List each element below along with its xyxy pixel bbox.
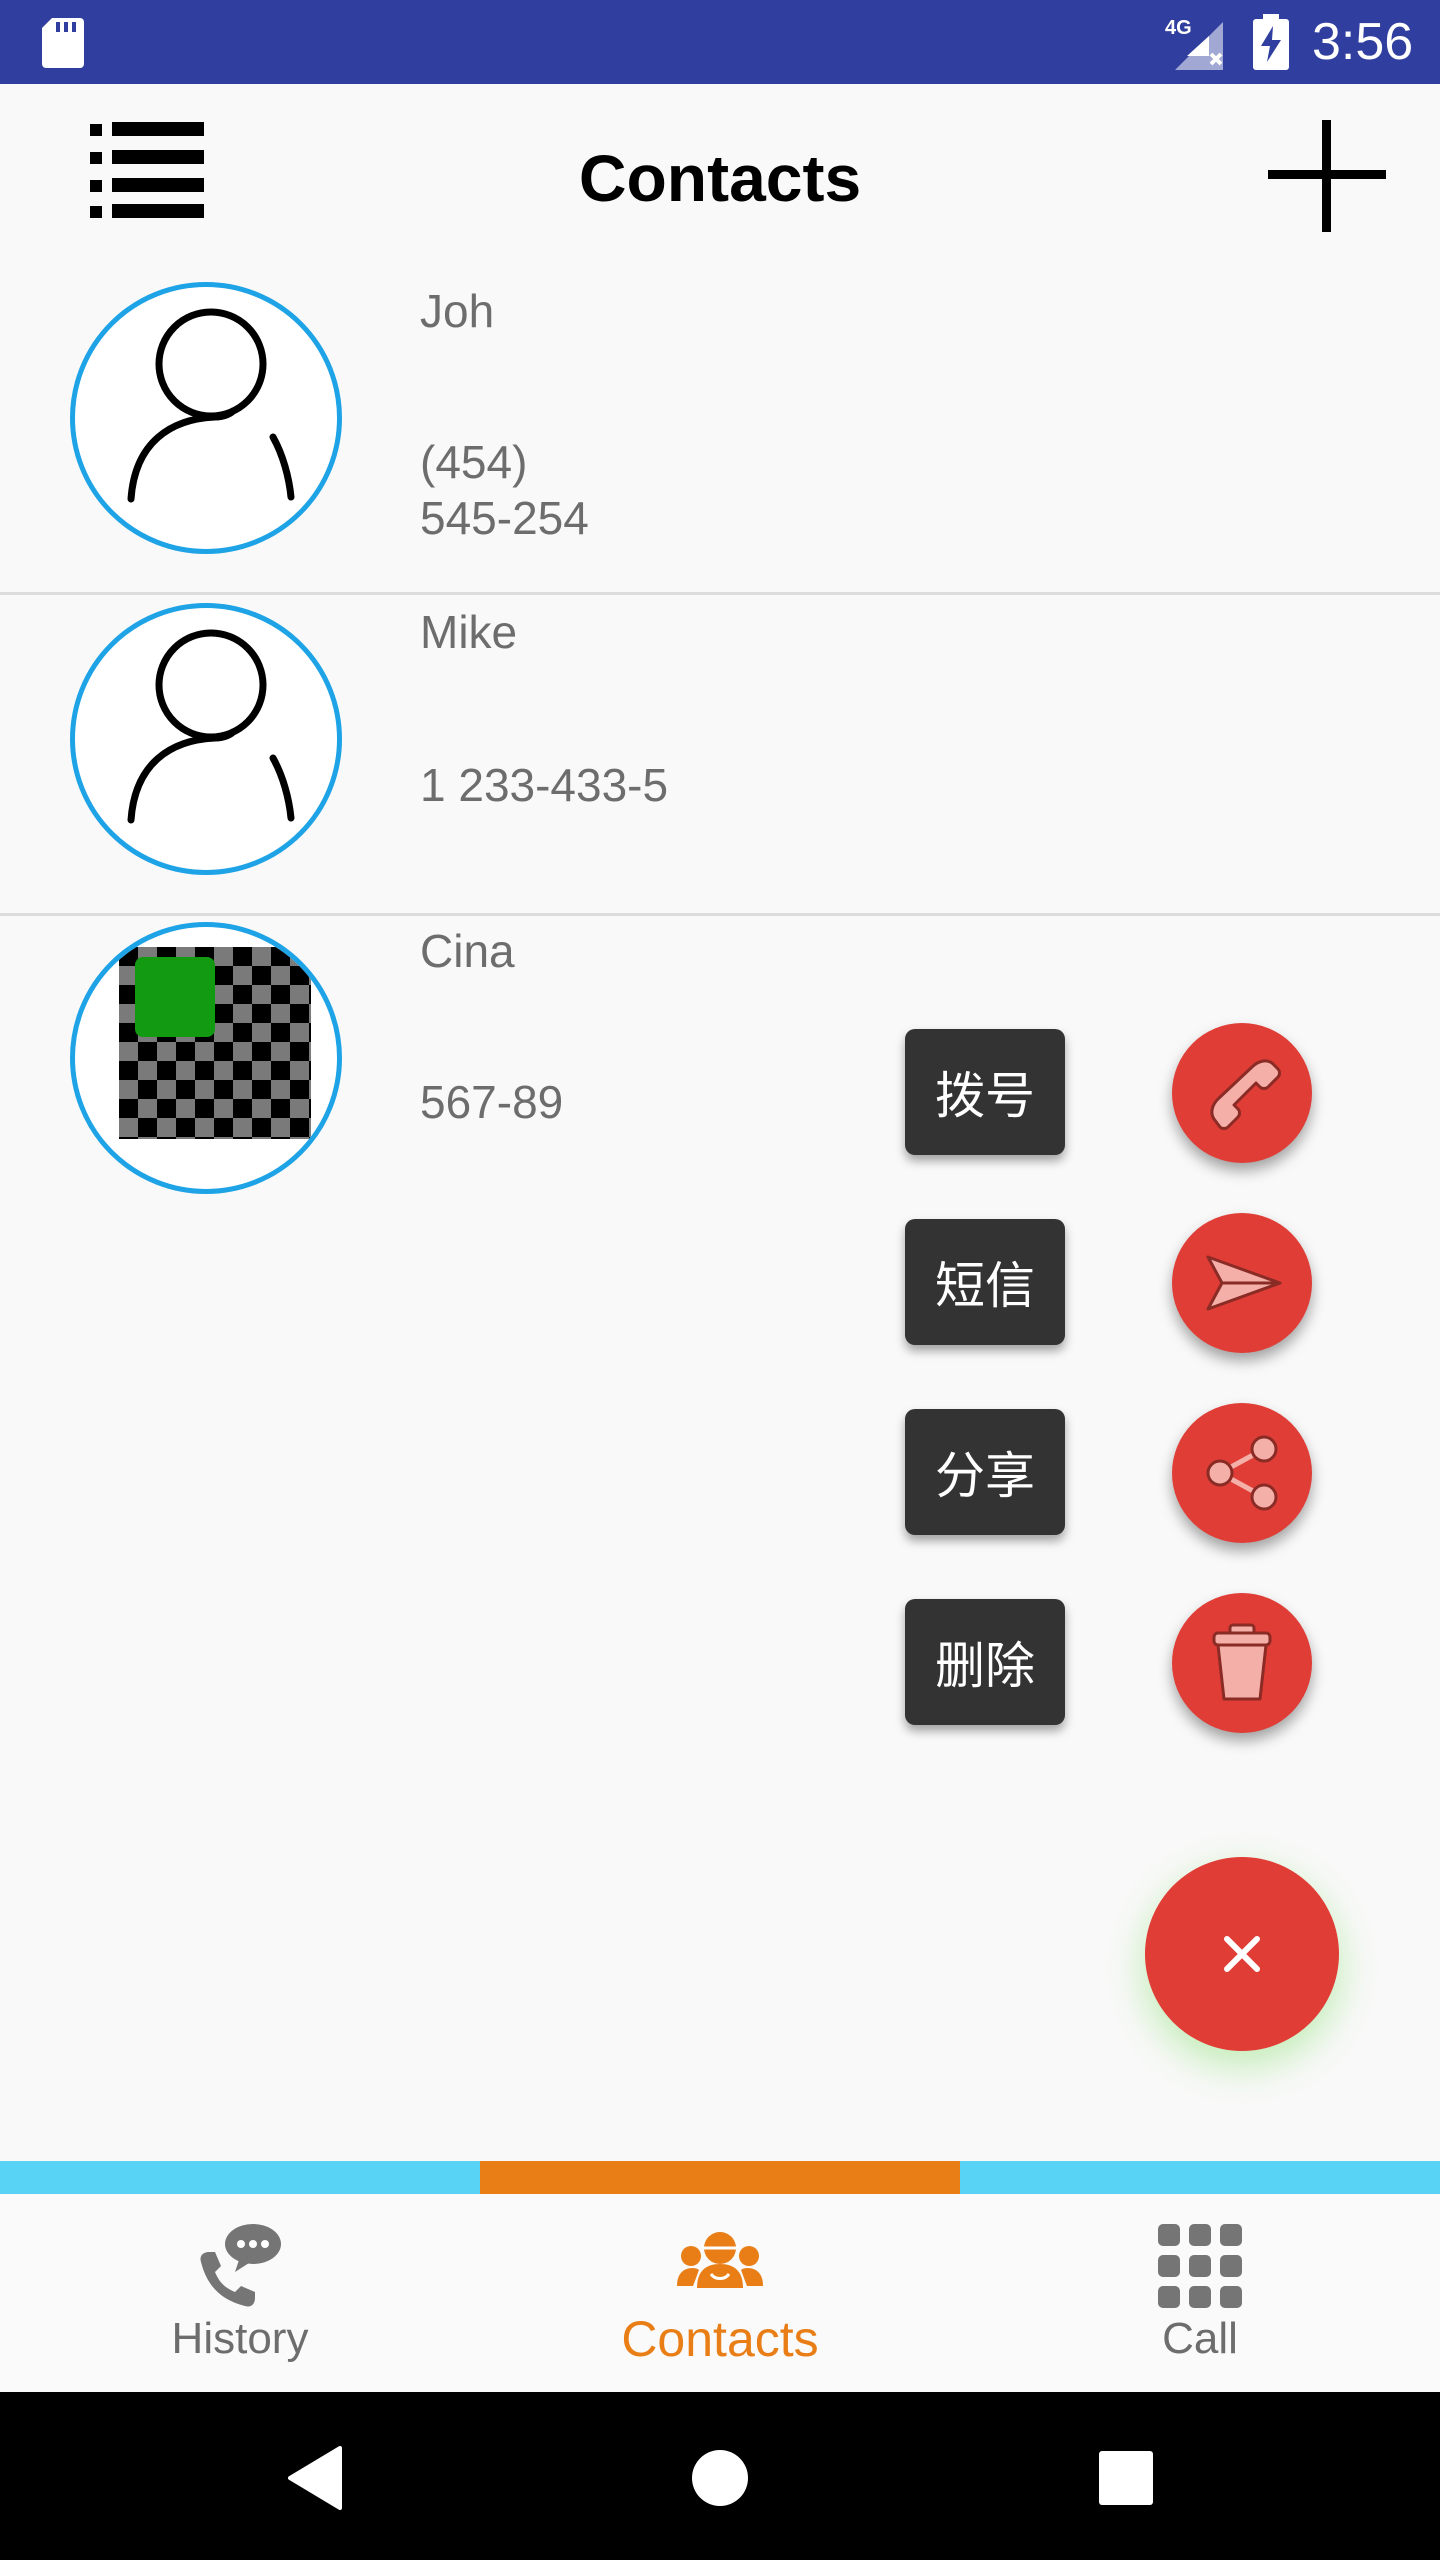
- contact-name: Joh: [420, 285, 495, 337]
- tab-indicator: [0, 2161, 480, 2194]
- person-outline-icon: [127, 629, 295, 824]
- sms-label[interactable]: 短信: [905, 1219, 1065, 1345]
- phone-chat-icon: [200, 2224, 281, 2307]
- home-icon[interactable]: [690, 2448, 750, 2508]
- signal-4g-icon: 4G: [1165, 17, 1223, 70]
- phone-icon: [1210, 1059, 1281, 1130]
- share-label[interactable]: 分享: [905, 1409, 1065, 1535]
- contact-name: Cina: [420, 925, 515, 977]
- contact-phone: 1 233-433-5: [420, 759, 669, 811]
- recents-icon[interactable]: [1099, 2451, 1153, 2505]
- delete-button[interactable]: [1172, 1593, 1312, 1733]
- page-title: Contacts: [578, 141, 862, 215]
- close-speed-dial-button[interactable]: [1145, 1857, 1339, 2051]
- share-button[interactable]: [1172, 1403, 1312, 1543]
- contact-phone: (454) 545-254: [420, 436, 589, 544]
- tab-label: Call: [1162, 2314, 1238, 2363]
- clock: 3:56: [1312, 13, 1414, 71]
- tab-indicator: [960, 2161, 1440, 2194]
- avatar: [70, 922, 342, 1194]
- trash-icon: [1212, 1623, 1272, 1701]
- bottom-tab-bar: History Contacts Call: [0, 2194, 1440, 2392]
- battery-charging-icon: [1253, 14, 1289, 70]
- person-outline-icon: [127, 308, 295, 503]
- contact-name: Mike: [420, 606, 518, 658]
- contact-row[interactable]: Mike 1 233-433-5: [0, 595, 1440, 916]
- avatar: [70, 282, 342, 554]
- app-bar: Contacts: [0, 84, 1440, 274]
- tab-label: Contacts: [621, 2311, 819, 2367]
- network-label: 4G: [1165, 17, 1192, 39]
- contact-row[interactable]: Joh (454) 545-254: [0, 274, 1440, 595]
- checkerboard-photo: [119, 947, 311, 1139]
- contact-phone: 567-89: [420, 1076, 564, 1128]
- delete-label[interactable]: 删除: [905, 1599, 1065, 1725]
- sd-card-icon: [42, 18, 84, 68]
- share-icon: [1206, 1435, 1278, 1511]
- add-contact-icon[interactable]: [1268, 120, 1386, 232]
- tab-indicator-active: [480, 2161, 960, 2194]
- dial-button[interactable]: [1172, 1023, 1312, 1163]
- back-icon[interactable]: [288, 2446, 348, 2510]
- tab-history[interactable]: History: [0, 2194, 480, 2392]
- dial-label[interactable]: 拨号: [905, 1029, 1065, 1155]
- close-icon: [1224, 1936, 1260, 1972]
- avatar: [70, 603, 342, 875]
- status-bar: 4G 3:56: [0, 0, 1440, 84]
- dialpad-icon: [1158, 2224, 1242, 2308]
- navigation-bar: [0, 2392, 1440, 2560]
- tab-call[interactable]: Call: [960, 2194, 1440, 2392]
- send-icon: [1206, 1255, 1282, 1311]
- tab-label: History: [171, 2314, 309, 2363]
- group-icon: [677, 2232, 763, 2288]
- tab-contacts[interactable]: Contacts: [480, 2194, 960, 2392]
- sms-button[interactable]: [1172, 1213, 1312, 1353]
